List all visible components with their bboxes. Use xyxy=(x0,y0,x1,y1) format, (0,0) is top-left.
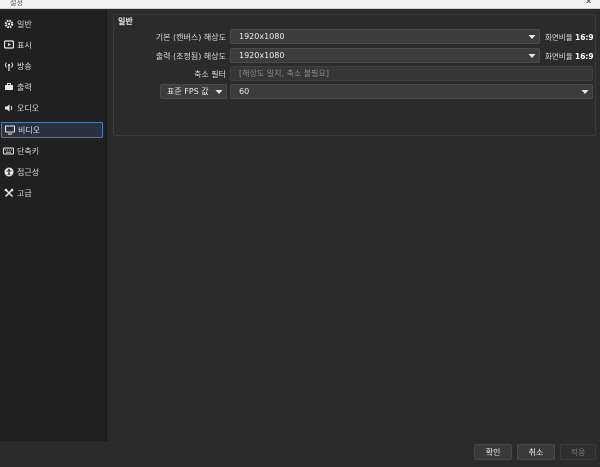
sidebar-item-label: 오디오 xyxy=(17,103,40,113)
sidebar-item-broadcast[interactable]: 방송 xyxy=(1,58,103,74)
chevron-down-icon xyxy=(525,49,539,62)
output-resolution-value: 1920x1080 xyxy=(239,51,285,60)
stream-icon xyxy=(3,40,14,51)
sidebar-item-video[interactable]: 비디오 xyxy=(1,122,103,138)
ok-button[interactable]: 확인 xyxy=(474,444,512,460)
chevron-down-icon xyxy=(525,30,539,43)
keyboard-icon xyxy=(3,146,14,157)
base-resolution-value: 1920x1080 xyxy=(239,32,285,41)
accessibility-icon xyxy=(3,167,14,178)
sidebar-item-output[interactable]: 출력 xyxy=(1,79,103,95)
sidebar-item-label: 비디오 xyxy=(18,125,41,135)
speaker-icon xyxy=(3,103,14,114)
monitor-icon xyxy=(4,125,15,136)
chevron-down-icon xyxy=(578,85,592,98)
base-resolution-select[interactable]: 1920x1080 xyxy=(230,29,540,44)
sidebar-item-hotkeys[interactable]: 단축키 xyxy=(1,143,103,159)
sidebar-item-label: 단축키 xyxy=(17,146,40,156)
cancel-button[interactable]: 취소 xyxy=(517,444,555,460)
window-titlebar: 설정 ✕ xyxy=(0,0,600,9)
fps-type-value: 표준 FPS 값 xyxy=(167,87,209,96)
sidebar-item-label: 고급 xyxy=(17,188,32,198)
output-icon xyxy=(3,82,14,93)
downscale-filter-select[interactable]: [해상도 일치, 축소 불필요] xyxy=(230,66,593,81)
sidebar-item-label: 접근성 xyxy=(17,167,40,177)
downscale-filter-label: 축소 필터 xyxy=(194,70,226,79)
sidebar-item-label: 일반 xyxy=(17,19,32,29)
sidebar-item-accessibility[interactable]: 접근성 xyxy=(1,164,103,180)
broadcast-icon xyxy=(3,61,14,72)
sidebar-item-label: 출력 xyxy=(17,82,32,92)
sidebar-item-general[interactable]: 일반 xyxy=(1,16,103,32)
tools-icon xyxy=(3,188,14,199)
sidebar-item-label: 표시 xyxy=(17,40,32,50)
sidebar-item-stream[interactable]: 표시 xyxy=(1,37,103,53)
base-aspect-ratio: 화면비율 16:9 xyxy=(545,33,594,42)
output-resolution-select[interactable]: 1920x1080 xyxy=(230,48,540,63)
sidebar-item-audio[interactable]: 오디오 xyxy=(1,100,103,116)
window-title: 설정 xyxy=(10,0,23,7)
base-resolution-label: 기본 (캔버스) 해상도 xyxy=(155,33,226,42)
group-title: 일반 xyxy=(118,17,133,26)
settings-sidebar: 일반 표시 방송 출력 오디오 비디오 단축키 접근성 고급 xyxy=(0,10,107,441)
sidebar-item-advanced[interactable]: 고급 xyxy=(1,185,103,201)
fps-value: 60 xyxy=(239,87,250,96)
close-icon[interactable]: ✕ xyxy=(585,0,592,6)
chevron-down-icon xyxy=(212,89,226,95)
output-aspect-ratio: 화면비율 16:9 xyxy=(545,52,594,61)
output-resolution-label: 출력 (조정됨) 해상도 xyxy=(155,52,226,61)
gear-icon xyxy=(3,19,14,30)
apply-button[interactable]: 적용 xyxy=(560,444,596,460)
fps-type-select[interactable]: 표준 FPS 값 xyxy=(160,84,227,99)
downscale-filter-value: [해상도 일치, 축소 불필요] xyxy=(239,69,330,78)
fps-value-select[interactable]: 60 xyxy=(230,84,593,99)
sidebar-item-label: 방송 xyxy=(17,61,32,71)
